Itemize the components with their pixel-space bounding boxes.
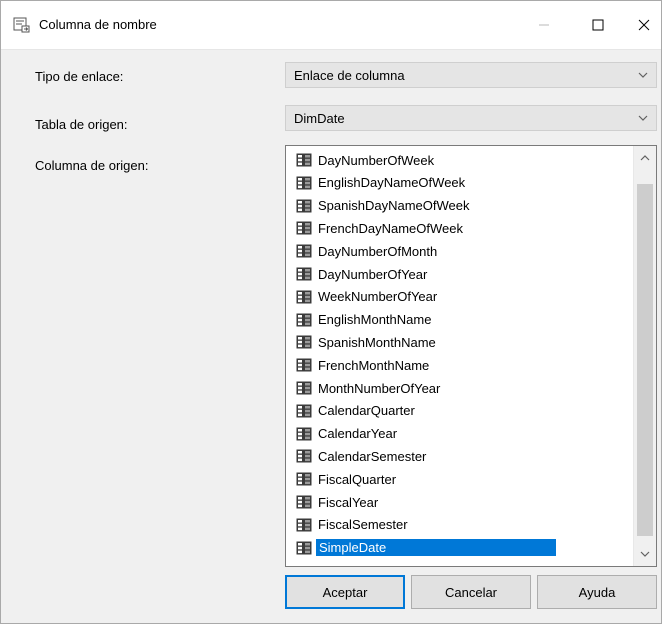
table-column-icon [296, 472, 312, 486]
source-column-listbox[interactable]: DayNumberOfWeek EnglishDayNameOfWeek Spani… [285, 145, 657, 567]
list-item-label: CalendarSemester [318, 448, 427, 464]
list-item[interactable]: MonthNumberOfYear [296, 378, 442, 398]
source-table-dropdown[interactable]: DimDate [285, 105, 657, 131]
list-item[interactable]: FrenchMonthName [296, 355, 431, 375]
list-item-label: FiscalYear [318, 494, 379, 510]
link-type-dropdown[interactable]: Enlace de columna [285, 62, 657, 88]
window-title: Columna de nombre [39, 17, 157, 32]
table-column-icon [296, 449, 312, 463]
table-column-icon [296, 313, 312, 327]
list-item-label: FiscalQuarter [318, 471, 397, 487]
maximize-icon [592, 19, 604, 31]
table-column-icon [296, 244, 312, 258]
list-item[interactable]: SimpleDate [296, 538, 557, 558]
list-item-label: WeekNumberOfYear [318, 289, 438, 305]
table-column-icon [296, 267, 312, 281]
list-item-label: FiscalSemester [318, 517, 408, 533]
table-column-icon [296, 153, 312, 167]
table-column-icon [296, 358, 312, 372]
list-item-label: SpanishDayNameOfWeek [318, 198, 470, 214]
chevron-down-icon [638, 115, 648, 121]
list-item[interactable]: DayNumberOfWeek [296, 150, 436, 170]
list-item-label: FrenchDayNameOfWeek [318, 220, 463, 236]
close-icon [638, 19, 650, 31]
source-column-label: Columna de origen: [35, 158, 149, 173]
table-column-icon [296, 176, 312, 190]
table-column-icon [296, 495, 312, 509]
dialog-window: Columna de nombre Tipo de enlace: Enlace… [0, 0, 662, 624]
help-button[interactable]: Ayuda [537, 575, 657, 609]
table-column-icon [296, 427, 312, 441]
list-item-label: SimpleDate [316, 539, 557, 557]
minimize-icon [539, 24, 549, 26]
list-item[interactable]: EnglishDayNameOfWeek [296, 173, 467, 193]
list-item[interactable]: FiscalYear [296, 492, 380, 512]
minimize-button[interactable] [521, 1, 567, 49]
list-item[interactable]: FiscalSemester [296, 515, 410, 535]
table-column-icon [296, 381, 312, 395]
list-item-label: EnglishMonthName [318, 312, 432, 328]
list-item[interactable]: FiscalQuarter [296, 469, 398, 489]
scroll-up-icon[interactable] [640, 154, 650, 162]
cancel-button[interactable]: Cancelar [411, 575, 531, 609]
list-item-label: CalendarYear [318, 426, 398, 442]
list-item[interactable]: FrenchDayNameOfWeek [296, 218, 465, 238]
source-table-value: DimDate [294, 111, 345, 126]
list-item[interactable]: CalendarSemester [296, 446, 428, 466]
maximize-button[interactable] [575, 1, 621, 49]
list-item[interactable]: SpanishDayNameOfWeek [296, 196, 472, 216]
title-bar[interactable]: Columna de nombre [1, 1, 661, 50]
close-button[interactable] [621, 1, 662, 49]
list-item[interactable]: CalendarQuarter [296, 401, 417, 421]
table-column-icon [296, 404, 312, 418]
chevron-down-icon [638, 72, 648, 78]
source-table-label: Tabla de origen: [35, 117, 128, 132]
link-type-value: Enlace de columna [294, 68, 405, 83]
table-column-icon [296, 518, 312, 532]
table-column-icon [296, 290, 312, 304]
list-item-label: FrenchMonthName [318, 357, 430, 373]
list-item-label: EnglishDayNameOfWeek [318, 175, 466, 191]
list-item[interactable]: SpanishMonthName [296, 332, 438, 352]
table-column-icon [296, 335, 312, 349]
table-column-icon [296, 541, 312, 555]
list-item[interactable]: CalendarYear [296, 424, 399, 444]
dialog-icon [13, 17, 30, 33]
list-item[interactable]: DayNumberOfMonth [296, 241, 439, 261]
list-item-label: DayNumberOfYear [318, 266, 428, 282]
list-item-label: SpanishMonthName [318, 334, 436, 350]
vertical-scrollbar[interactable] [633, 146, 656, 566]
link-type-label: Tipo de enlace: [35, 69, 124, 84]
list-item-label: CalendarQuarter [318, 403, 415, 419]
list-item-label: MonthNumberOfYear [318, 380, 441, 396]
ok-button[interactable]: Aceptar [285, 575, 405, 609]
table-column-icon [296, 221, 312, 235]
table-column-icon [296, 199, 312, 213]
list-item[interactable]: EnglishMonthName [296, 310, 433, 330]
scroll-down-icon[interactable] [640, 550, 650, 558]
list-item-label: DayNumberOfMonth [318, 243, 438, 259]
list-item[interactable]: WeekNumberOfYear [296, 287, 439, 307]
list-item-label: DayNumberOfWeek [318, 152, 435, 168]
scrollbar-thumb[interactable] [637, 184, 653, 536]
list-item[interactable]: DayNumberOfYear [296, 264, 429, 284]
